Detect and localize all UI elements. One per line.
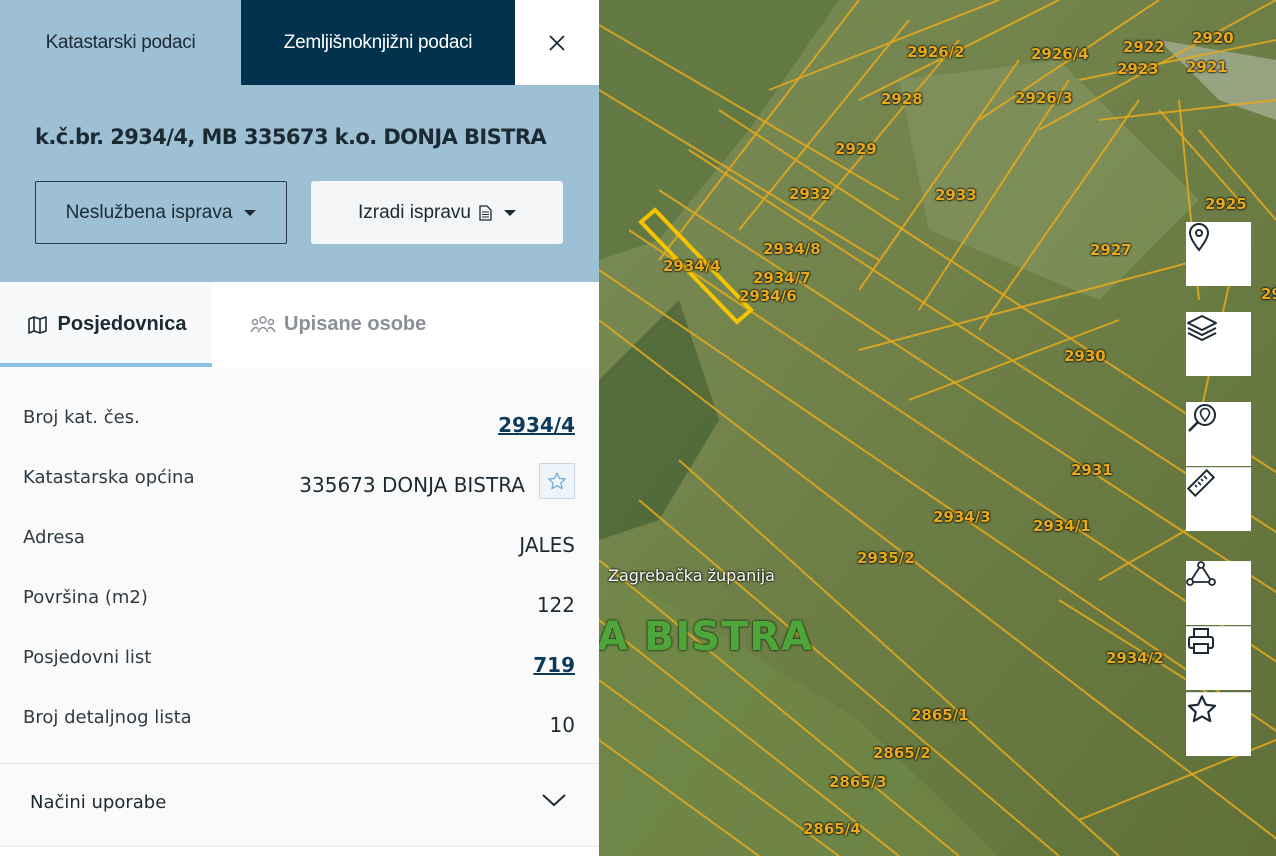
- draw-polygon-button[interactable]: [1186, 561, 1251, 625]
- parcel-label: 2923: [1117, 60, 1159, 78]
- parcel-label: 29: [1261, 285, 1276, 303]
- detail-label: Broj detaljnog lista: [23, 707, 192, 728]
- detail-row-parcel-number: Broj kat. čes. 2934/4: [23, 407, 575, 447]
- create-document-label: Izradi ispravu: [358, 201, 471, 223]
- parcel-label: 2933: [935, 186, 977, 204]
- village-label: A BISTRA: [599, 614, 814, 660]
- parcel-label: 2926/3: [1015, 89, 1073, 107]
- location-pin-icon: [1188, 223, 1210, 252]
- parcel-label: 2920: [1192, 29, 1234, 47]
- search-location-button[interactable]: [1186, 402, 1251, 466]
- parcel-label: 2934/1: [1033, 517, 1091, 535]
- parcel-label: 2932: [789, 185, 831, 203]
- document-icon: [479, 204, 492, 221]
- tab-land-registry[interactable]: Zemljišnoknjižni podaci: [241, 0, 515, 85]
- sub-tabs: Posjedovnica Upisane osobe: [0, 282, 599, 368]
- detail-row-holding-sheet: Posjedovni list 719: [23, 647, 575, 687]
- printer-icon: [1188, 628, 1214, 654]
- top-tabs: Katastarski podaci Zemljišnoknjižni poda…: [0, 0, 599, 85]
- parcel-label: 2934/6: [739, 287, 797, 305]
- tab-land-registry-label: Zemljišnoknjižni podaci: [283, 31, 473, 53]
- holding-sheet-link[interactable]: 719: [533, 653, 575, 677]
- parcel-label: 2931: [1071, 461, 1113, 479]
- location-button[interactable]: [1186, 222, 1251, 286]
- map-view[interactable]: 2926/2 2926/4 2922 2920 2923 2921 2928 2…: [599, 0, 1276, 856]
- page-title: k.č.br. 2934/4, MB 335673 k.o. DONJA BIS…: [35, 125, 547, 149]
- parcel-label: 2934/2: [1106, 649, 1164, 667]
- parcel-label: 2934/3: [933, 508, 991, 526]
- unofficial-document-label: Neslužbena isprava: [65, 201, 233, 223]
- parcel-label: 2865/2: [873, 744, 931, 762]
- parcel-label: 2865/1: [911, 706, 969, 724]
- layers-button[interactable]: [1186, 312, 1251, 376]
- chevron-down-icon: [244, 209, 257, 216]
- county-label: Zagrebačka županija: [608, 566, 775, 585]
- detail-label: Adresa: [23, 527, 85, 548]
- parcel-label: 2934/8: [763, 240, 821, 258]
- favorite-button[interactable]: [539, 463, 575, 499]
- ruler-icon: [1186, 468, 1216, 498]
- detail-row-cadastral-municipality: Katastarska općina 335673 DONJA BISTRA: [23, 463, 575, 507]
- polygon-icon: [1186, 561, 1216, 586]
- detail-value: 122: [536, 593, 575, 617]
- usage-accordion[interactable]: Načini uporabe: [0, 763, 599, 847]
- map-background: [599, 0, 1276, 856]
- parcel-label: 2865/3: [829, 773, 887, 791]
- parcel-label: 2927: [1090, 241, 1132, 259]
- parcel-label: 2935/2: [857, 549, 915, 567]
- star-icon: [548, 472, 566, 490]
- tab-registered-persons-label: Upisane osobe: [284, 313, 427, 335]
- parcel-label: 2934/7: [753, 269, 811, 287]
- usage-accordion-label: Načini uporabe: [30, 792, 167, 813]
- tab-registered-persons[interactable]: Upisane osobe: [250, 282, 426, 367]
- parcel-label: 2921: [1186, 58, 1228, 76]
- parcel-label: 2929: [835, 140, 877, 158]
- tab-cadastral[interactable]: Katastarski podaci: [0, 0, 241, 85]
- map-icon: [27, 315, 47, 334]
- details-list: Broj kat. čes. 2934/4 Katastarska općina…: [0, 367, 599, 763]
- favorites-button[interactable]: [1186, 692, 1251, 756]
- detail-label: Katastarska općina: [23, 467, 195, 488]
- measure-button[interactable]: [1186, 467, 1251, 531]
- detail-row-area: Površina (m2) 122: [23, 587, 575, 627]
- tab-cadastral-label: Katastarski podaci: [45, 31, 196, 53]
- detail-row-address: Adresa JALES: [23, 527, 575, 567]
- search-location-icon: [1188, 404, 1216, 432]
- chevron-down-icon: [542, 794, 566, 807]
- detail-value: JALES: [519, 533, 575, 557]
- chevron-down-icon: [504, 209, 516, 216]
- star-icon: [1187, 695, 1217, 723]
- tab-holdings[interactable]: Posjedovnica: [0, 282, 212, 367]
- info-panel: Katastarski podaci Zemljišnoknjižni poda…: [0, 0, 599, 856]
- parcel-header: k.č.br. 2934/4, MB 335673 k.o. DONJA BIS…: [0, 85, 599, 282]
- people-icon: [250, 315, 276, 332]
- detail-label: Površina (m2): [23, 587, 148, 608]
- parcel-label: 2922: [1123, 38, 1165, 56]
- detail-label: Posjedovni list: [23, 647, 152, 668]
- parcel-label: 2928: [881, 90, 923, 108]
- create-document-button[interactable]: Izradi ispravu: [311, 181, 563, 244]
- detail-value: 335673 DONJA BISTRA: [299, 473, 525, 497]
- close-button[interactable]: [515, 0, 599, 85]
- detail-value: 10: [549, 713, 575, 737]
- parcel-label: 2930: [1064, 347, 1106, 365]
- parcel-label: 2926/2: [907, 43, 965, 61]
- print-button[interactable]: [1186, 626, 1251, 690]
- detail-label: Broj kat. čes.: [23, 407, 140, 428]
- layers-icon: [1187, 315, 1217, 341]
- tab-holdings-label: Posjedovnica: [57, 313, 187, 335]
- parcel-label: 2865/4: [803, 820, 861, 838]
- parcel-number-link[interactable]: 2934/4: [498, 413, 575, 437]
- unofficial-document-button[interactable]: Neslužbena isprava: [35, 181, 287, 244]
- parcel-label: 2934/4: [663, 257, 721, 275]
- close-icon: [549, 34, 565, 51]
- detail-row-detail-sheet: Broj detaljnog lista 10: [23, 707, 575, 747]
- parcel-label: 2925: [1205, 195, 1247, 213]
- parcel-label: 2926/4: [1031, 45, 1089, 63]
